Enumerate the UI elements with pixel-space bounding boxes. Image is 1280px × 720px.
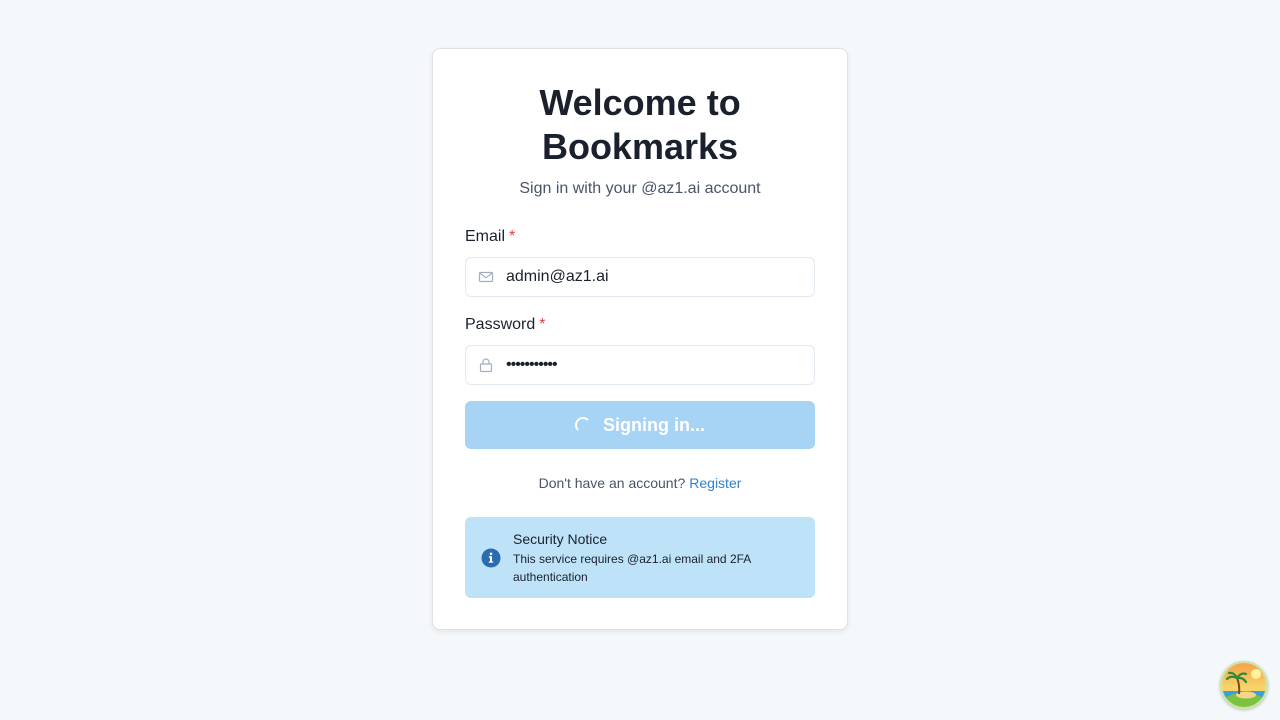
notice-body: This service requires @az1.ai email and … — [513, 551, 751, 584]
email-input[interactable] — [506, 268, 806, 286]
login-card: Welcome to Bookmarks Sign in with your @… — [432, 48, 848, 630]
notice-text: Security Notice This service requires @a… — [513, 530, 799, 586]
register-link[interactable]: Register — [689, 475, 741, 491]
password-label-text: Password — [465, 316, 536, 333]
palm-island-avatar[interactable] — [1220, 661, 1268, 709]
email-field[interactable] — [465, 257, 815, 297]
lock-icon — [478, 357, 494, 373]
required-marker: * — [509, 228, 516, 245]
mail-icon — [478, 269, 494, 285]
loading-spinner-icon — [575, 417, 591, 433]
required-marker: * — [539, 316, 546, 333]
security-notice: Security Notice This service requires @a… — [465, 517, 815, 598]
password-label: Password * — [465, 315, 815, 335]
page-title: Welcome to Bookmarks — [539, 82, 741, 167]
password-input[interactable] — [506, 356, 806, 374]
info-icon — [481, 548, 501, 568]
notice-title: Security Notice — [513, 530, 608, 547]
page-subtitle: Sign in with your @az1.ai account — [519, 180, 761, 197]
sign-in-button-label: Signing in... — [603, 414, 705, 435]
register-prompt-text: Don't have an account? — [538, 475, 686, 491]
email-label: Email * — [465, 227, 815, 247]
email-label-text: Email — [465, 228, 506, 245]
password-field[interactable] — [465, 345, 815, 385]
sign-in-button[interactable]: Signing in... — [465, 401, 815, 449]
register-prompt: Don't have an account? Register — [465, 475, 815, 491]
